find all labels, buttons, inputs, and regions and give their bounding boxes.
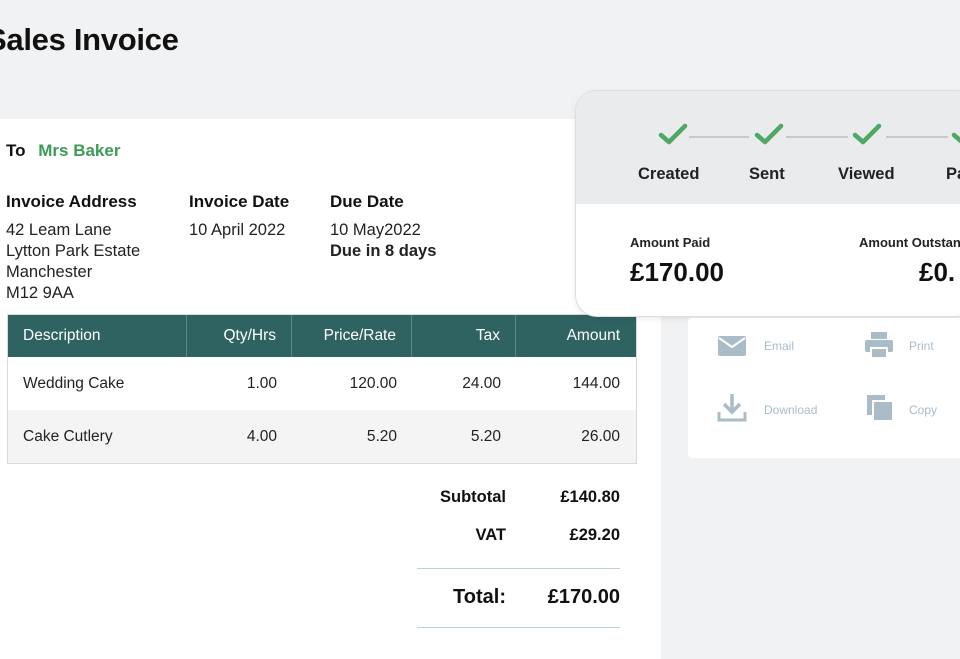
cell-tax: 5.20 [470, 427, 501, 445]
table-header: Description Qty/Hrs Price/Rate Tax Amoun… [8, 315, 636, 357]
cell-qty: 4.00 [246, 427, 277, 445]
page-title: Sales Invoice [0, 22, 179, 57]
amount-paid-value: £170.00 [630, 257, 724, 287]
status-card: Created Sent Viewed Pa Amount Paid £170.… [575, 90, 960, 317]
table-row[interactable]: Cake Cutlery 4.00 5.20 5.20 26.00 [8, 410, 636, 463]
check-icon [754, 123, 784, 145]
cell-price: 120.00 [349, 374, 397, 392]
progress-line [886, 136, 948, 138]
col-header-price: Price/Rate [292, 315, 412, 357]
step-viewed: Viewed [838, 165, 895, 183]
recipient-row: To Mrs Baker [6, 141, 120, 161]
address-line: 42 Leam Lane [6, 221, 112, 239]
status-progress: Created Sent Viewed Pa [576, 91, 960, 204]
step-paid: Pa [946, 165, 960, 183]
recipient-name[interactable]: Mrs Baker [38, 141, 120, 160]
step-created: Created [638, 165, 700, 183]
due-date-heading: Due Date [330, 192, 404, 211]
step-sent: Sent [749, 165, 785, 183]
table-row[interactable]: Wedding Cake 1.00 120.00 24.00 144.00 [8, 357, 636, 410]
invoice-date-heading: Invoice Date [189, 192, 290, 211]
totals-divider [417, 568, 620, 569]
progress-line [786, 136, 848, 138]
address-line: Manchester [6, 263, 93, 281]
cell-price: 5.20 [366, 427, 397, 445]
to-label: To [6, 141, 26, 160]
cell-qty: 1.00 [246, 374, 277, 392]
amount-paid-label: Amount Paid [630, 235, 711, 250]
due-date-note: Due in 8 days [330, 242, 437, 260]
address-line: M12 9AA [6, 284, 74, 302]
total-value: £170.00 [547, 586, 620, 608]
copy-icon [867, 395, 894, 422]
amount-outstanding-label: Amount Outstan [859, 235, 960, 250]
invoice-address-heading: Invoice Address [6, 192, 137, 211]
download-icon [717, 394, 747, 422]
download-label: Download [764, 403, 818, 417]
cell-description: Wedding Cake [23, 374, 125, 392]
vat-value: £29.20 [569, 526, 620, 544]
items-table: Description Qty/Hrs Price/Rate Tax Amoun… [7, 314, 637, 464]
cell-tax: 24.00 [462, 374, 501, 392]
printer-icon [865, 332, 893, 359]
due-date-block: 10 May2022 Due in 8 days [330, 220, 436, 262]
subtotal-value: £140.80 [560, 488, 620, 506]
invoice-date-value: 10 April 2022 [189, 221, 286, 239]
amount-outstanding-value: £0. [919, 257, 956, 287]
actions-panel: Email Print Download Copy [688, 318, 960, 458]
cell-amount: 26.00 [581, 427, 620, 445]
check-icon [951, 132, 960, 144]
cell-description: Cake Cutlery [23, 427, 113, 445]
col-header-qty: Qty/Hrs [187, 315, 292, 357]
print-label: Print [909, 339, 934, 353]
col-header-description: Description [8, 315, 187, 357]
col-header-tax: Tax [412, 315, 516, 357]
cell-amount: 144.00 [572, 374, 620, 392]
progress-line [689, 136, 749, 138]
mail-icon [718, 336, 746, 356]
email-label: Email [764, 339, 795, 353]
copy-label: Copy [909, 403, 938, 417]
check-icon [658, 123, 688, 145]
invoice-address: 42 Leam Lane Lytton Park Estate Manchest… [6, 220, 140, 304]
address-line: Lytton Park Estate [6, 242, 141, 260]
check-icon [852, 123, 882, 145]
totals-divider [417, 627, 620, 628]
due-date-value: 10 May2022 [330, 221, 421, 239]
col-header-amount: Amount [566, 327, 620, 344]
